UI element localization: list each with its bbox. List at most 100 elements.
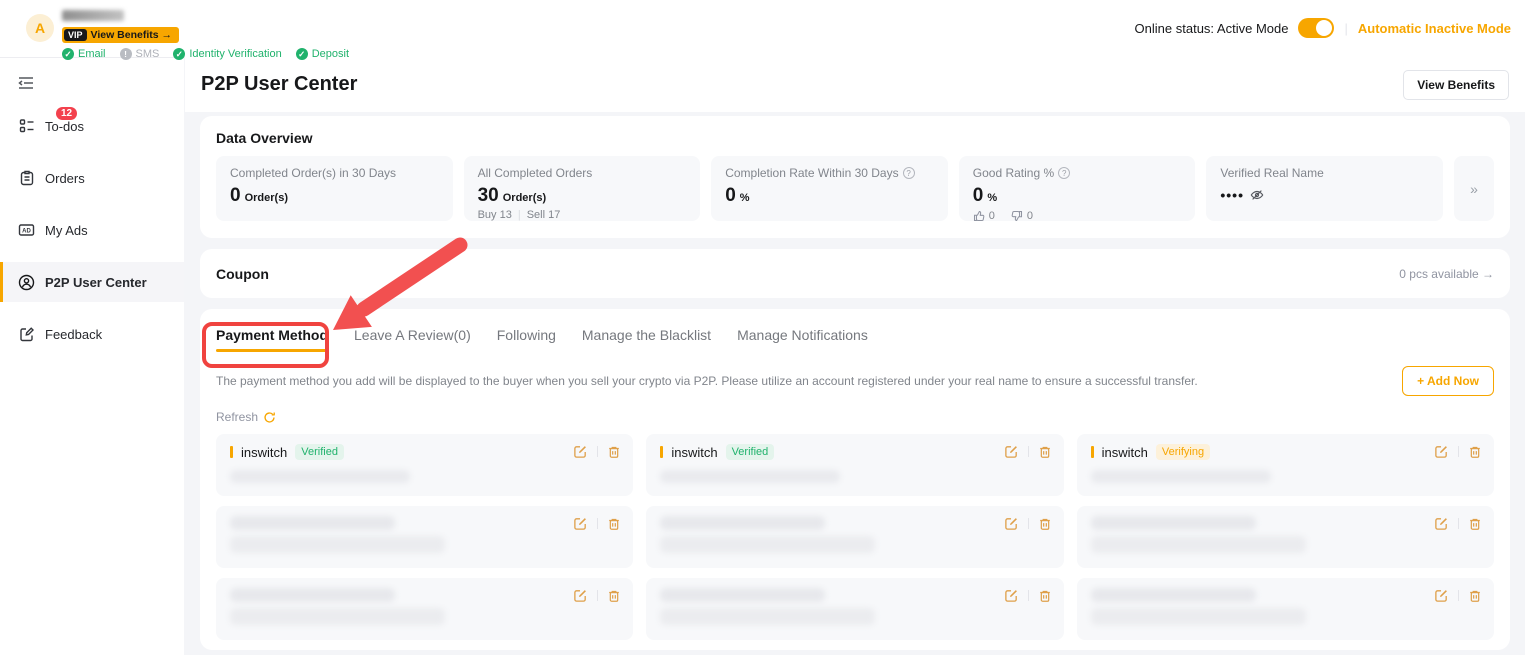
vip-benefits-pill[interactable]: VIP View Benefits → [62, 27, 179, 43]
eye-off-icon[interactable] [1250, 188, 1264, 202]
user-block: A VIP View Benefits → ✓ Email ! SMS [26, 10, 349, 60]
trash-icon[interactable] [607, 517, 621, 531]
trash-icon[interactable] [607, 589, 621, 603]
view-benefits-button[interactable]: View Benefits [1403, 70, 1509, 100]
trash-icon[interactable] [607, 445, 621, 459]
thumbs-up-icon [973, 210, 985, 222]
deposit-label: Deposit [312, 48, 349, 60]
redacted-account-info [1091, 536, 1306, 553]
thumbs-up-count: 0 [989, 210, 995, 222]
help-icon[interactable]: ? [1058, 167, 1070, 179]
stat-unit: Order(s) [503, 192, 546, 204]
sidebar-item-label: My Ads [45, 223, 88, 238]
sidebar-item-label: Orders [45, 171, 85, 186]
coupon-available-link[interactable]: 0 pcs available → [1399, 267, 1494, 281]
redacted-method-name [660, 516, 825, 530]
stat-unit: % [987, 192, 997, 204]
sidebar-item-label: P2P User Center [45, 275, 147, 290]
payment-description-row: The payment method you add will be displ… [216, 366, 1494, 396]
sell-count: Sell 17 [527, 209, 561, 221]
sidebar-item-my-ads[interactable]: AD My Ads [0, 210, 184, 250]
stat-label: All Completed Orders [478, 166, 687, 180]
trash-icon[interactable] [1038, 445, 1052, 459]
action-divider [1458, 590, 1459, 601]
payment-method-card [1077, 578, 1494, 640]
payment-method-description: The payment method you add will be displ… [216, 374, 1198, 388]
trash-icon[interactable] [1468, 589, 1482, 603]
edit-icon[interactable] [1004, 516, 1019, 531]
p2p-user-center-page: A VIP View Benefits → ✓ Email ! SMS [0, 0, 1525, 655]
online-status-toggle[interactable] [1298, 18, 1334, 38]
tab-leave-a-review[interactable]: Leave A Review(0) [354, 327, 471, 352]
trash-icon[interactable] [1468, 517, 1482, 531]
redacted-method-name [1091, 516, 1256, 530]
stat-label: Good Rating % [973, 166, 1054, 180]
sidebar-item-p2p-user-center[interactable]: P2P User Center [0, 262, 184, 302]
redacted-method-name [230, 516, 395, 530]
action-divider [1028, 518, 1029, 529]
edit-icon[interactable] [1434, 444, 1449, 459]
edit-icon[interactable] [573, 588, 588, 603]
user-center-tabs-panel: Payment Method Leave A Review(0) Followi… [200, 309, 1510, 650]
method-accent-bar [230, 446, 233, 458]
payment-method-card [1077, 506, 1494, 568]
stat-unit: Order(s) [245, 192, 288, 204]
add-now-button[interactable]: + Add Now [1402, 366, 1494, 396]
trash-icon[interactable] [1468, 445, 1482, 459]
redacted-account-info [660, 536, 875, 553]
trash-icon[interactable] [1038, 589, 1052, 603]
stat-value: 0 [973, 185, 984, 207]
method-name: inswitch [671, 445, 717, 460]
vip-view-benefits-link: View Benefits → [91, 29, 173, 41]
stat-label: Completion Rate Within 30 Days [725, 166, 898, 180]
feedback-icon [18, 326, 35, 343]
check-icon: ✓ [173, 48, 185, 60]
refresh-button[interactable]: Refresh [216, 410, 296, 424]
masked-name-value: •••• [1220, 187, 1244, 203]
stat-card-verified-real-name: Verified Real Name •••• [1206, 156, 1443, 221]
email-verified-label: Email [78, 48, 106, 60]
sidebar-item-orders[interactable]: Orders [0, 158, 184, 198]
edit-icon[interactable] [1434, 588, 1449, 603]
payment-method-card [216, 506, 633, 568]
edit-icon[interactable] [1004, 444, 1019, 459]
redacted-method-name [230, 588, 395, 602]
payment-method-card: inswitch Verified [216, 434, 633, 496]
buy-sell-breakdown: Buy 13 | Sell 17 [478, 209, 687, 221]
edit-icon[interactable] [1004, 588, 1019, 603]
check-icon: ✓ [296, 48, 308, 60]
payment-method-card [646, 578, 1063, 640]
refresh-label: Refresh [216, 410, 258, 424]
edit-icon[interactable] [573, 444, 588, 459]
trash-icon[interactable] [1038, 517, 1052, 531]
action-divider [1028, 446, 1029, 457]
help-icon[interactable]: ? [903, 167, 915, 179]
method-name: inswitch [1102, 445, 1148, 460]
avatar[interactable]: A [26, 14, 54, 42]
orders-icon [18, 170, 35, 187]
sidebar-item-todos[interactable]: To-dos 12 [0, 106, 184, 146]
sms-label: SMS [136, 48, 160, 60]
tab-manage-blacklist[interactable]: Manage the Blacklist [582, 327, 711, 352]
tab-manage-notifications[interactable]: Manage Notifications [737, 327, 868, 352]
redacted-account-info [660, 470, 840, 483]
stat-value: 30 [478, 185, 499, 207]
automatic-inactive-mode-link[interactable]: Automatic Inactive Mode [1358, 21, 1511, 36]
stat-value: 0 [725, 185, 736, 207]
tab-following[interactable]: Following [497, 327, 556, 352]
page-title: P2P User Center [201, 73, 357, 96]
buy-count: Buy 13 [478, 209, 512, 221]
edit-icon[interactable] [573, 516, 588, 531]
stat-card-completed-30d: Completed Order(s) in 30 Days 0 Order(s) [216, 156, 453, 221]
method-accent-bar [1091, 446, 1094, 458]
sidebar-collapse-icon[interactable] [18, 76, 34, 90]
tab-payment-method[interactable]: Payment Method [216, 327, 328, 352]
sidebar-item-feedback[interactable]: Feedback [0, 314, 184, 354]
sidebar-item-label: Feedback [45, 327, 102, 342]
data-overview-panel: Data Overview Completed Order(s) in 30 D… [200, 116, 1510, 238]
deposit-status: ✓ Deposit [296, 48, 349, 60]
redacted-account-info [230, 470, 410, 483]
overview-expand-button[interactable]: » [1454, 156, 1494, 221]
edit-icon[interactable] [1434, 516, 1449, 531]
redacted-account-info [1091, 470, 1271, 483]
